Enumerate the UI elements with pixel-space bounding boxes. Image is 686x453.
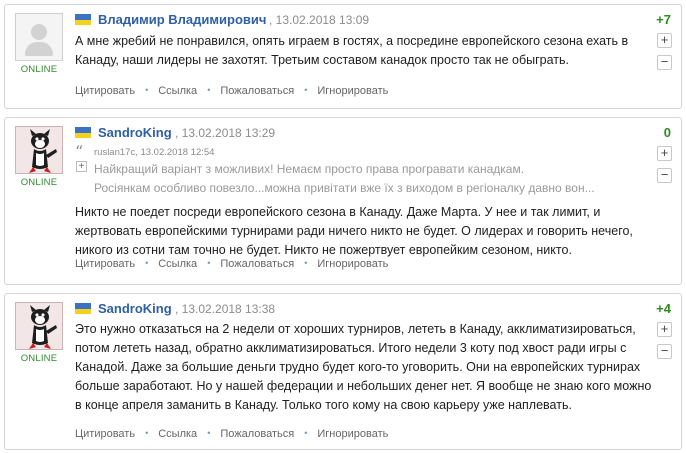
separator-dot: •: [207, 85, 211, 95]
separator-dot: •: [207, 258, 211, 268]
report-link[interactable]: Пожаловаться: [220, 85, 294, 97]
separator-dot: •: [145, 258, 149, 268]
vote-down-button[interactable]: −: [657, 55, 672, 70]
permalink-link[interactable]: Ссылка: [158, 258, 197, 270]
cartoon-cat-avatar-icon: [16, 127, 62, 173]
quote-text-line: Росіянкам особливо повезло...можна приві…: [94, 181, 595, 195]
comment-actions: Цитировать • Ссылка • Пожаловаться • Игнориров…: [75, 428, 388, 440]
avatar[interactable]: [15, 13, 63, 61]
avatar[interactable]: [15, 302, 63, 350]
cartoon-cat-avatar-icon: [16, 303, 62, 349]
ukraine-flag-icon: [75, 303, 91, 314]
comment-text: А мне жребий не понравился, опять играем…: [75, 34, 629, 67]
expand-quote-button[interactable]: +: [76, 161, 87, 172]
online-status: ONLINE: [20, 64, 58, 75]
online-status: ONLINE: [20, 353, 58, 364]
separator-dot: •: [145, 428, 149, 438]
comment-score: 0: [663, 125, 671, 140]
comment-text: Никто не поедет посреди европейского сез…: [75, 205, 633, 257]
comment-text: Это нужно отказаться на 2 недели от хоро…: [75, 322, 652, 412]
comment-datetime: , 13.02.2018 13:29: [175, 126, 276, 140]
comment: ONLINE SandroKing , 13.02.2018 13:29 0 “…: [4, 117, 682, 285]
separator-dot: •: [304, 258, 308, 268]
quote-link[interactable]: Цитировать: [75, 428, 135, 440]
permalink-link[interactable]: Ссылка: [158, 85, 197, 97]
comment-actions: Цитировать • Ссылка • Пожаловаться • Игнориров…: [75, 85, 388, 97]
vote-up-button[interactable]: +: [657, 322, 672, 337]
comment-author[interactable]: Владимир Владимирович: [98, 12, 266, 27]
quote-meta: ruslan17c, 13.02.2018 12:54: [94, 147, 215, 158]
vote-up-button[interactable]: +: [657, 146, 672, 161]
comment: ONLINE SandroKing , 13.02.2018 13:38 +4 …: [4, 293, 682, 450]
comment-score: +7: [656, 12, 671, 27]
ukraine-flag-icon: [75, 14, 91, 25]
ukraine-flag-icon: [75, 127, 91, 138]
permalink-link[interactable]: Ссылка: [158, 428, 197, 440]
ignore-link[interactable]: Игнорировать: [317, 428, 388, 440]
user-avatar-block: ONLINE: [15, 302, 63, 364]
user-avatar-block: ONLINE: [15, 126, 63, 188]
vote-down-button[interactable]: −: [657, 168, 672, 183]
report-link[interactable]: Пожаловаться: [220, 428, 294, 440]
ignore-link[interactable]: Игнорировать: [317, 258, 388, 270]
separator-dot: •: [145, 85, 149, 95]
comment-datetime: , 13.02.2018 13:38: [175, 302, 276, 316]
vote-up-button[interactable]: +: [657, 33, 672, 48]
separator-dot: •: [207, 428, 211, 438]
user-avatar-block: ONLINE: [15, 13, 63, 75]
avatar[interactable]: [15, 126, 63, 174]
quote-link[interactable]: Цитировать: [75, 85, 135, 97]
ignore-link[interactable]: Игнорировать: [317, 85, 388, 97]
online-status: ONLINE: [20, 177, 58, 188]
quote-icon: “: [75, 142, 84, 161]
comment-author[interactable]: SandroKing: [98, 125, 172, 140]
report-link[interactable]: Пожаловаться: [220, 258, 294, 270]
comment-datetime: , 13.02.2018 13:09: [269, 13, 370, 27]
comment: ONLINE Владимир Владимирович , 13.02.201…: [4, 4, 682, 109]
comment-score: +4: [656, 301, 671, 316]
separator-dot: •: [304, 428, 308, 438]
quote-text-line: Найкращий варіант з можливих! Немаєм про…: [94, 162, 525, 176]
comment-actions: Цитировать • Ссылка • Пожаловаться • Игнориров…: [75, 258, 388, 270]
quote-link[interactable]: Цитировать: [75, 258, 135, 270]
vote-down-button[interactable]: −: [657, 344, 672, 359]
separator-dot: •: [304, 85, 308, 95]
comment-author[interactable]: SandroKing: [98, 301, 172, 316]
